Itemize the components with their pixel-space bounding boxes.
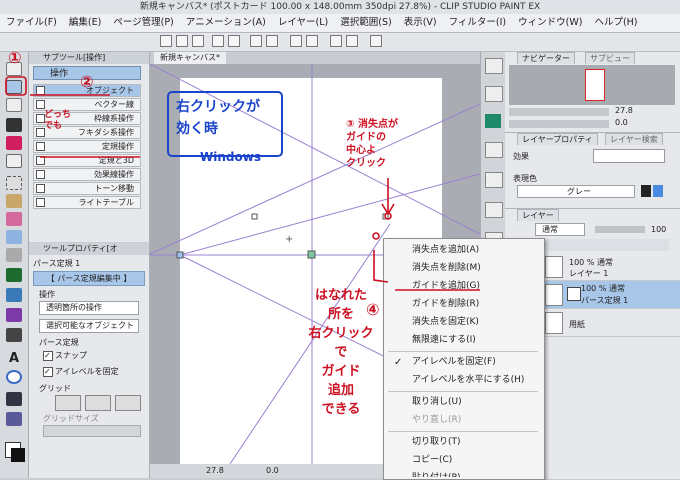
annotation-side-note: どっちでも: [44, 110, 72, 131]
annotation-arrow: [373, 250, 389, 283]
annotation-num1: ①: [8, 48, 22, 67]
annotation-dot: [372, 232, 380, 240]
annotation-arrow: [381, 178, 395, 216]
annotation-box-title: 右クリックが 効く時: [176, 99, 260, 137]
annotation-windows: Windows: [200, 150, 261, 164]
annotation-bottom-note: はなれた 所を 右クリック で ガイド 追加 できる: [308, 288, 374, 417]
annotation-step3: ③ 消失点が ガイドの 中心よ クリック: [346, 119, 398, 169]
annotation-circle: [5, 76, 27, 96]
annotation-num2: ②: [80, 72, 94, 91]
